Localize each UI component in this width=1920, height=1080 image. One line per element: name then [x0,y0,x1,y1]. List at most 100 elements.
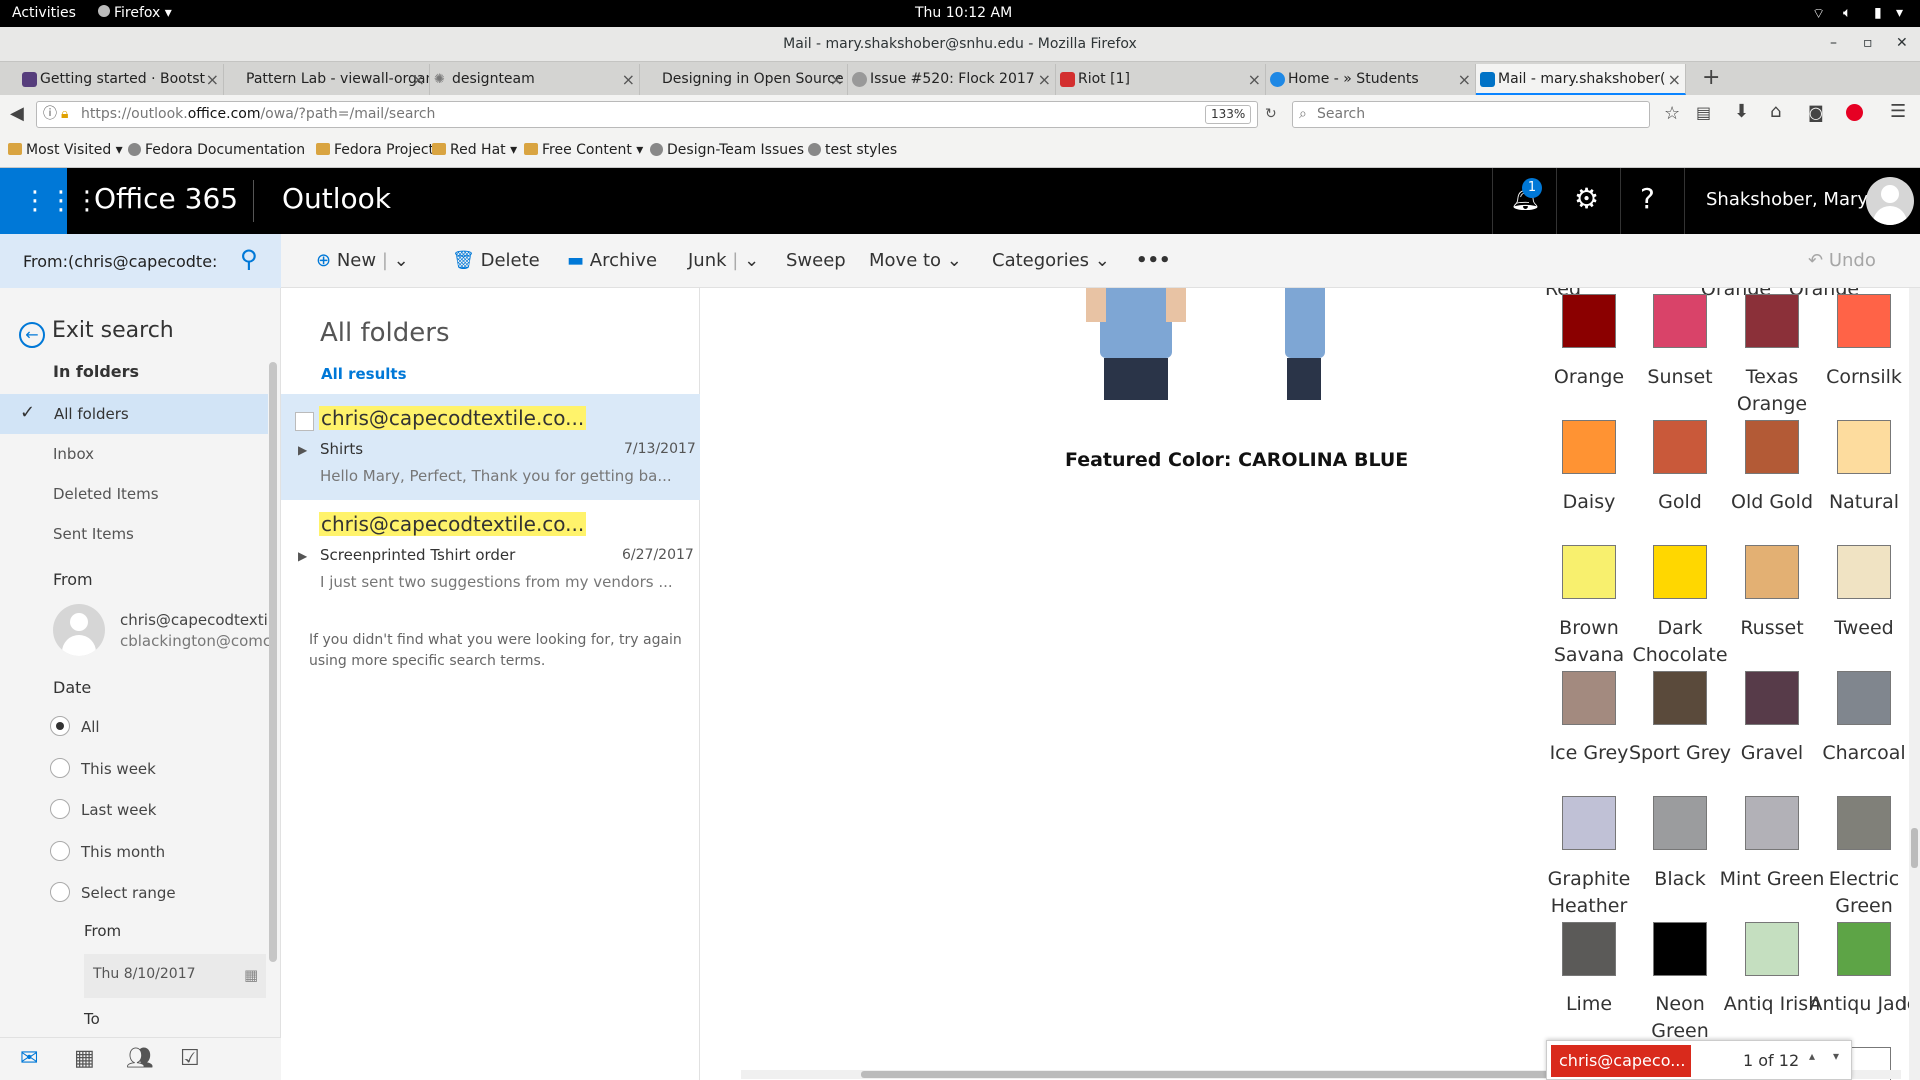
downloads-icon[interactable]: ⬇ [1734,101,1749,122]
volume-icon[interactable]: 🔈︎ [1843,5,1851,21]
tab-designing-open-source[interactable]: Designing in Open Source × [640,64,848,95]
sender-avatar[interactable] [53,604,105,656]
bookmark-fedora-project[interactable]: Fedora Project ▾ [316,142,446,158]
tab-riot[interactable]: Riot [1] × [1056,64,1266,95]
date-option-this-week[interactable]: This week [81,760,156,778]
battery-icon[interactable]: ▮ [1874,5,1882,21]
bookmark-design-team-issues[interactable]: Design-Team Issues [650,142,804,158]
search-input[interactable]: From:(chris@capecodte: [23,252,217,271]
chevron-down-icon[interactable]: ▾ [1833,1049,1839,1063]
close-window-button[interactable]: ✕ [1896,35,1908,51]
suite-title[interactable]: Office 365 [94,182,238,215]
close-tab-icon[interactable]: × [1038,64,1051,95]
tab-issue-520[interactable]: Issue #520: Flock 2017 × [848,64,1056,95]
tab-designteam[interactable]: ✺ designteam × [430,64,640,95]
close-tab-icon[interactable]: × [206,64,219,95]
bookmark-test-styles[interactable]: test styles [808,142,897,158]
zoom-indicator[interactable]: 133% [1205,105,1252,124]
close-tab-icon[interactable]: × [830,64,843,95]
reading-list-icon[interactable]: ▤ [1696,103,1711,122]
gear-icon[interactable]: ⚙ [1574,182,1599,215]
select-checkbox[interactable] [295,412,314,431]
sender-email[interactable]: cblackington@comc [120,632,271,650]
close-tab-icon[interactable]: × [1458,64,1471,95]
date-option-all[interactable]: All [81,718,100,736]
date-radio-last-week[interactable] [50,799,70,819]
categories-button[interactable]: Categories ⌄ [992,250,1110,271]
clock[interactable]: Thu 10:12 AM [915,5,1012,21]
archive-button[interactable]: ▬ Archive [567,250,657,271]
wifi-icon[interactable]: ⌔ [1812,5,1825,23]
move-to-button[interactable]: Move to ⌄ [869,250,962,271]
maximize-button[interactable]: ▫ [1863,35,1873,51]
chevron-down-icon[interactable]: ⌄ [744,250,759,271]
close-tab-icon[interactable]: × [412,64,425,95]
activities-button[interactable]: Activities [12,5,76,21]
reload-icon[interactable]: ↻ [1265,102,1277,127]
undo-button[interactable]: ↶ Undo [1808,250,1876,271]
folder-inbox[interactable]: Inbox [53,445,94,463]
leftnav-scrollbar[interactable] [269,362,277,962]
info-icon[interactable]: ⓘ [43,102,57,127]
date-radio-this-week[interactable] [50,758,70,778]
lock-warning-icon[interactable]: 🔒︎ [61,102,68,127]
mail-icon[interactable]: ✉ [20,1046,38,1071]
expand-arrow-icon[interactable]: ▶ [298,443,307,457]
date-radio-this-month[interactable] [50,841,70,861]
date-option-last-week[interactable]: Last week [81,801,156,819]
close-tab-icon[interactable]: × [1248,64,1261,95]
more-actions-button[interactable]: ••• [1136,250,1171,271]
app-title[interactable]: Outlook [282,182,391,215]
junk-button[interactable]: Junk | ⌄ [688,250,759,271]
date-option-select-range[interactable]: Select range [81,884,176,902]
notification-sender[interactable]: chris@capeco... [1551,1045,1691,1077]
expand-arrow-icon[interactable]: ▶ [298,549,307,563]
mail-search-box[interactable]: From:(chris@capecodte: ⚲ [0,234,281,288]
web-search-box[interactable]: ⌕ Search [1292,101,1650,128]
new-mail-notification[interactable]: chris@capeco... 1 of 12 ▴ ▾ [1546,1040,1852,1080]
people-icon[interactable]: 👥︎ [126,1046,154,1071]
folder-all-folders[interactable]: ✓ All folders [0,394,268,434]
back-arrow-icon[interactable]: ◀ [10,103,24,124]
folder-deleted-items[interactable]: Deleted Items [53,485,159,503]
avatar[interactable] [1866,177,1914,225]
pocket-icon[interactable]: ◙ [1808,103,1824,122]
chevron-up-icon[interactable]: ▴ [1809,1049,1815,1063]
bookmark-fedora-docs[interactable]: Fedora Documentation [128,142,305,158]
all-results-tab[interactable]: All results [321,365,407,383]
vertical-scrollbar-thumb[interactable] [1911,828,1918,868]
folder-sent-items[interactable]: Sent Items [53,525,134,543]
tab-outlook-mail[interactable]: Mail - mary.shakshober(× [1476,64,1686,95]
chevron-down-icon[interactable]: ⌄ [394,250,409,271]
system-menu-chevron-icon[interactable]: ▾ [1896,5,1903,21]
list-item[interactable]: chris@capecodtextile.co... ▶ Screenprint… [281,500,700,606]
date-radio-all[interactable] [50,716,70,736]
bookmark-red-hat[interactable]: Red Hat ▾ [432,142,517,158]
close-tab-icon[interactable]: × [1668,64,1681,93]
delete-button[interactable]: 🗑︎ Delete [452,250,540,271]
range-from-date-input[interactable]: Thu 8/10/2017 ▦ [84,954,266,998]
tab-pattern-lab[interactable]: Pattern Lab - viewall-organ × [224,64,430,95]
minimize-button[interactable]: – [1830,35,1837,51]
tab-home-students[interactable]: Home - » Students × [1266,64,1476,95]
new-button[interactable]: ⊕ New | ⌄ [316,250,409,271]
user-name[interactable]: Shakshober, Mary [1706,189,1868,210]
date-option-this-month[interactable]: This month [81,843,165,861]
url-bar[interactable]: ⓘ 🔒︎ https://outlook.office.com/owa/?pat… [36,101,1277,128]
home-icon[interactable]: ⌂ [1770,101,1781,122]
vertical-scrollbar[interactable] [1909,288,1920,1080]
bookmark-star-icon[interactable]: ☆ [1664,103,1680,124]
calendar-icon[interactable]: ▦ [244,966,258,984]
date-radio-select-range[interactable] [50,882,70,902]
sender-name[interactable]: chris@capecodtexti [120,611,268,629]
app-menu[interactable]: Firefox ▾ [98,5,172,21]
app-launcher-button[interactable]: ⋮⋮⋮ [0,168,100,234]
horizontal-scrollbar-thumb[interactable] [861,1071,1561,1078]
bookmark-most-visited[interactable]: Most Visited ▾ [8,142,123,158]
tasks-icon[interactable]: ☑ [180,1046,200,1071]
hamburger-menu-icon[interactable]: ☰ [1890,101,1906,122]
pinterest-icon[interactable] [1846,104,1863,121]
calendar-icon[interactable]: ▦ [74,1046,95,1071]
bookmark-free-content[interactable]: Free Content ▾ [524,142,643,158]
exit-search-button[interactable]: ← Exit search [19,318,174,348]
